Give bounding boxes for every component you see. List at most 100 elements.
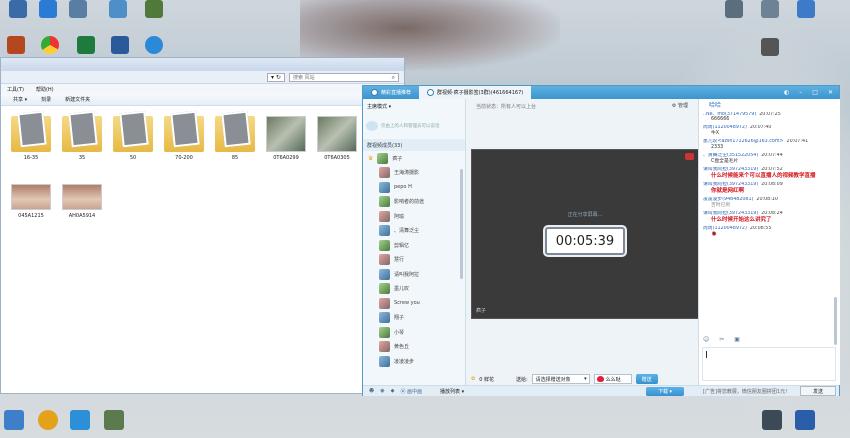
chat-message-text: 什么时候能来个可以直播人的视频教学直播: [711, 173, 816, 180]
desktop-icon[interactable]: [756, 38, 784, 70]
close-icon[interactable]: ✕: [828, 89, 833, 96]
search-input[interactable]: 搜索 风站 ⌕: [289, 73, 399, 82]
avatar[interactable]: ☻: [369, 388, 374, 394]
member-item[interactable]: 影响者的前途: [363, 195, 465, 210]
member-item[interactable]: pepo H: [363, 180, 465, 195]
member-item[interactable]: 凌凌凌步: [363, 354, 465, 369]
desktop-icon[interactable]: [64, 0, 92, 32]
chat-sender[interactable]: 、清舞泛尘(351522054): [703, 153, 758, 158]
new-folder-button[interactable]: 新建文件夹: [65, 96, 90, 103]
chat-sender[interactable]: ..Ne、mo(371479579): [703, 112, 756, 117]
refresh-button[interactable]: ▾ ↻: [267, 73, 285, 82]
lips-icon: [596, 376, 604, 382]
gift-to-label: 送给:: [515, 376, 528, 383]
download-button[interactable]: 下载 ▾: [646, 387, 684, 396]
chat-sender[interactable]: 凌凌凌步(948482081): [703, 197, 753, 202]
member-item[interactable]: ♛ 疯子: [363, 151, 465, 166]
desktop-icon[interactable]: [4, 410, 24, 430]
menu-help[interactable]: 帮助(H): [36, 86, 54, 93]
desktop-icon[interactable]: [70, 410, 90, 430]
member-item[interactable]: 小琴: [363, 325, 465, 340]
playlist-button[interactable]: 播放列表 ▾: [440, 388, 464, 395]
file-item[interactable]: 045A1215: [7, 184, 55, 219]
desktop-icon[interactable]: [720, 0, 748, 32]
member-item[interactable]: 、清舞泛尘: [363, 224, 465, 239]
chat-sender[interactable]: 周周(1120048972): [703, 226, 747, 231]
word-icon[interactable]: [795, 410, 815, 430]
explorer-titlebar[interactable]: [1, 58, 404, 71]
member-item[interactable]: 翔子: [363, 311, 465, 326]
desktop-icon[interactable]: [38, 410, 58, 430]
chat-message-text: 🐞: [711, 231, 717, 237]
chat-input[interactable]: [702, 347, 836, 381]
flower-icon[interactable]: ✿: [471, 376, 475, 382]
file-item[interactable]: 35: [58, 116, 106, 161]
chat-sender[interactable]: 请叫我阿拉(397243319): [703, 211, 758, 216]
manage-button[interactable]: ⚙ 管理: [672, 102, 688, 109]
tab-live-recommend[interactable]: 精彩直播推荐: [363, 86, 419, 99]
ad-text[interactable]: [广告]将您教展，微信朋友圈拼团1元！: [703, 388, 790, 395]
gift-target-select[interactable]: 请选择赠送对象: [531, 374, 590, 384]
desktop-icon[interactable]: [104, 410, 124, 430]
file-item[interactable]: AH0A5914: [58, 184, 106, 219]
share-button[interactable]: 共享 ▾: [13, 96, 27, 103]
burn-button[interactable]: 刻录: [41, 96, 51, 103]
desktop-icon[interactable]: [762, 410, 782, 430]
chat-sender[interactable]: 墨儿叹<azsh1712626@163.com>: [703, 139, 784, 144]
qq-group-video-window[interactable]: 精彩直播推荐 群视频·疯子摄影签(3群)(461664167) ◐ – □ ✕ …: [362, 85, 840, 396]
menu-tools[interactable]: 工具(T): [7, 86, 24, 93]
emoji-icon[interactable]: ☺: [703, 336, 709, 343]
member-item[interactable]: 黄色丘: [363, 340, 465, 355]
member-item[interactable]: 王海涛摄影: [363, 166, 465, 181]
folder-icon: [113, 116, 153, 152]
desktop-icon[interactable]: [756, 0, 784, 32]
chat-toolbar: ☺ ✂ ▣: [703, 336, 740, 343]
presenter-name: 疯子: [476, 308, 487, 314]
pip-button[interactable]: ⦿ 画中画: [400, 388, 422, 395]
chat-sender[interactable]: 请叫我阿拉(397243319): [703, 182, 758, 187]
file-item[interactable]: 0T6A0299: [262, 116, 310, 161]
desktop-icon[interactable]: [34, 0, 62, 32]
desktop-icon[interactable]: [140, 0, 168, 32]
file-item[interactable]: 70-200: [160, 116, 208, 161]
send-gift-button[interactable]: 赠送: [635, 374, 658, 384]
mode-selector[interactable]: 主席模式 ▾: [363, 99, 465, 113]
window-bottom-bar: ☻ ◉ ◆ ⦿ 画中画 播放列表 ▾ 下载 ▾ [广告]将您教展，微信朋友圈拼团…: [363, 385, 839, 396]
avatar: [379, 355, 390, 367]
settings-icon[interactable]: [685, 153, 694, 160]
scissors-icon[interactable]: ✂: [719, 336, 724, 343]
member-item[interactable]: 请叫我阿拉: [363, 267, 465, 282]
file-item[interactable]: 85: [211, 116, 259, 161]
desktop-icon[interactable]: [4, 0, 32, 32]
member-scrollbar[interactable]: [460, 169, 463, 279]
minimize-icon[interactable]: –: [799, 89, 802, 96]
pin-icon[interactable]: ◆: [391, 388, 395, 394]
member-item[interactable]: 阿瑜: [363, 209, 465, 224]
member-item[interactable]: 墨儿叹: [363, 282, 465, 297]
image-icon[interactable]: ▣: [734, 336, 740, 343]
file-item[interactable]: 50: [109, 116, 157, 161]
maximize-icon[interactable]: □: [812, 89, 818, 96]
chat-scrollbar[interactable]: [834, 297, 837, 345]
skin-icon[interactable]: ◐: [784, 89, 789, 96]
avatar: [379, 326, 390, 338]
member-item[interactable]: 慧行: [363, 253, 465, 268]
file-item[interactable]: 16-35: [7, 116, 55, 161]
camera-icon[interactable]: ◉: [380, 388, 384, 394]
explorer-file-list: 16-35 35 50 70-200 85 0T6A0299 0T6A0305 …: [1, 106, 404, 394]
member-item[interactable]: 剪辑亿: [363, 238, 465, 253]
chat-sender[interactable]: 请叫我阿拉(397243319): [703, 167, 758, 172]
folder-icon: [62, 116, 102, 152]
gift-item-select[interactable]: 么么哒: [593, 374, 632, 384]
file-explorer-window[interactable]: ▾ ↻ 搜索 风站 ⌕ 工具(T) 帮助(H) 共享 ▾ 刻录 新建文件夹 16-…: [0, 57, 405, 394]
tab-group-video[interactable]: 群视频·疯子摄影签(3群)(461664167): [419, 86, 532, 99]
file-item[interactable]: 0T6A0305: [313, 116, 361, 161]
desktop-icon[interactable]: [792, 0, 820, 32]
explorer-toolbar: 共享 ▾ 刻录 新建文件夹: [1, 94, 404, 106]
chat-timestamp: 20:07:41: [786, 139, 809, 145]
screen-share-view[interactable]: 正在分享屏幕... 00:05:39 疯子: [471, 149, 699, 319]
member-item[interactable]: Screw you: [363, 296, 465, 311]
desktop-icon[interactable]: [104, 0, 132, 32]
chat-sender[interactable]: 周周(1120048972): [703, 125, 747, 130]
send-button[interactable]: 发送: [800, 386, 836, 396]
